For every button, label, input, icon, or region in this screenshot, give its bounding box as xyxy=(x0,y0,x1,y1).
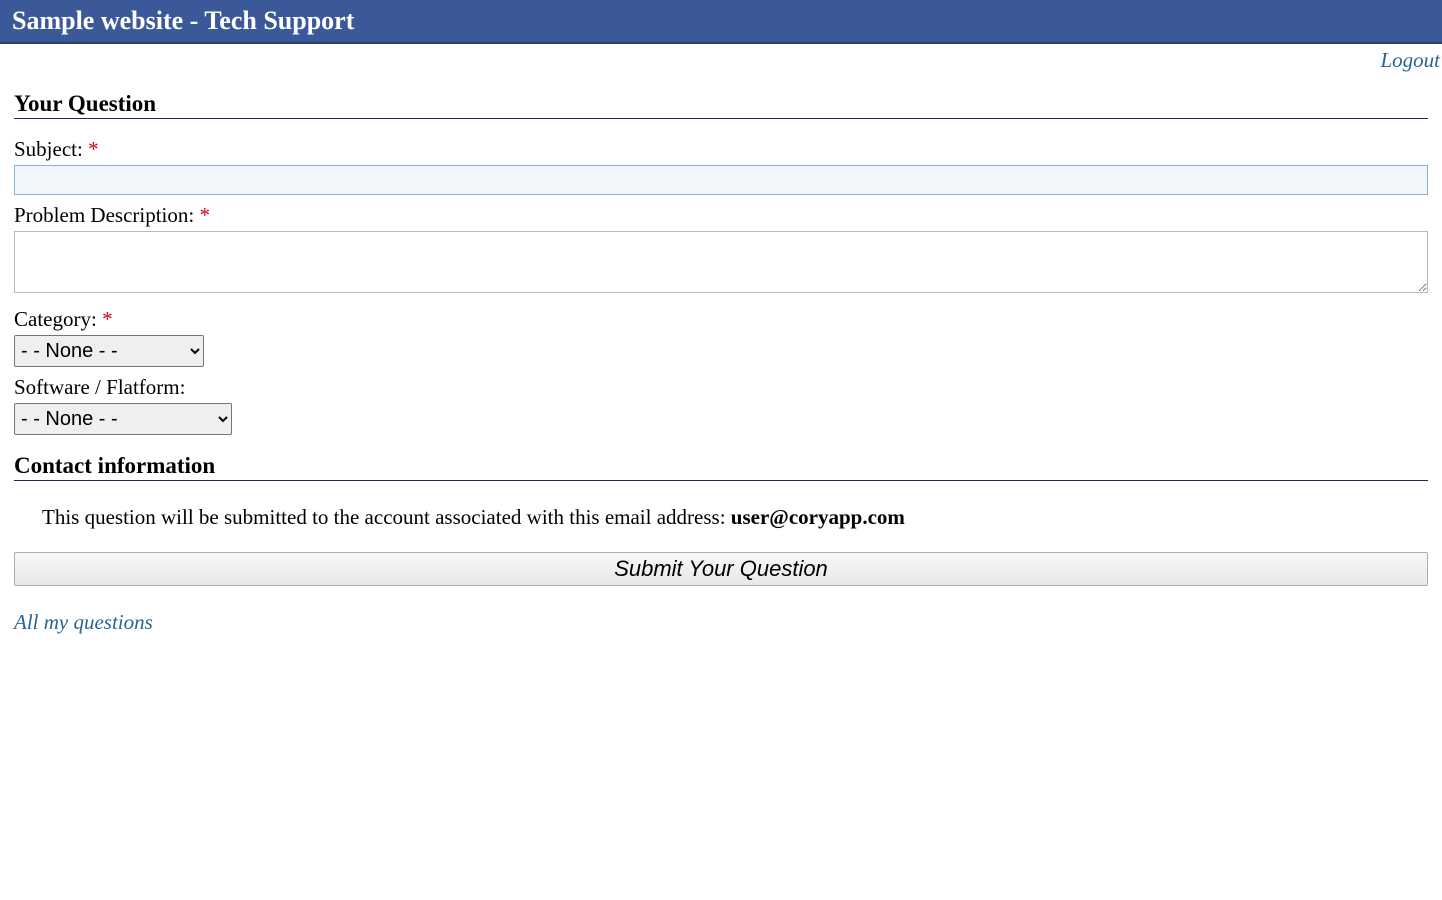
logout-link[interactable]: Logout xyxy=(1380,48,1440,72)
category-label: Category: xyxy=(14,307,97,331)
subject-label: Subject: xyxy=(14,137,83,161)
contact-text: This question will be submitted to the a… xyxy=(42,505,731,529)
footer-link-row: All my questions xyxy=(14,610,1428,635)
description-label: Problem Description: xyxy=(14,203,194,227)
category-label-row: Category: * xyxy=(14,307,1428,332)
description-label-row: Problem Description: * xyxy=(14,203,1428,228)
all-my-questions-link[interactable]: All my questions xyxy=(14,610,153,634)
page-title: Sample website - Tech Support xyxy=(12,6,354,35)
section-contact-information: Contact information xyxy=(14,453,1428,481)
submit-button[interactable]: Submit Your Question xyxy=(14,552,1428,586)
subject-label-row: Subject: * xyxy=(14,137,1428,162)
platform-select[interactable]: - - None - - xyxy=(14,403,232,435)
subject-input[interactable] xyxy=(14,165,1428,195)
category-select[interactable]: - - None - - xyxy=(14,335,204,367)
subject-required: * xyxy=(88,137,99,161)
contact-text-row: This question will be submitted to the a… xyxy=(14,505,1428,530)
platform-label: Software / Flatform: xyxy=(14,375,185,399)
description-textarea[interactable] xyxy=(14,231,1428,293)
field-description: Problem Description: * xyxy=(14,203,1428,299)
main-content: Your Question Subject: * Problem Descrip… xyxy=(0,91,1442,655)
contact-email: user@coryapp.com xyxy=(731,505,905,529)
page-header: Sample website - Tech Support xyxy=(0,0,1442,44)
field-category: Category: * - - None - - xyxy=(14,307,1428,367)
description-required: * xyxy=(199,203,210,227)
platform-label-row: Software / Flatform: xyxy=(14,375,1428,400)
field-subject: Subject: * xyxy=(14,137,1428,195)
section-your-question: Your Question xyxy=(14,91,1428,119)
logout-row: Logout xyxy=(0,44,1442,73)
field-platform: Software / Flatform: - - None - - xyxy=(14,375,1428,435)
category-required: * xyxy=(102,307,113,331)
